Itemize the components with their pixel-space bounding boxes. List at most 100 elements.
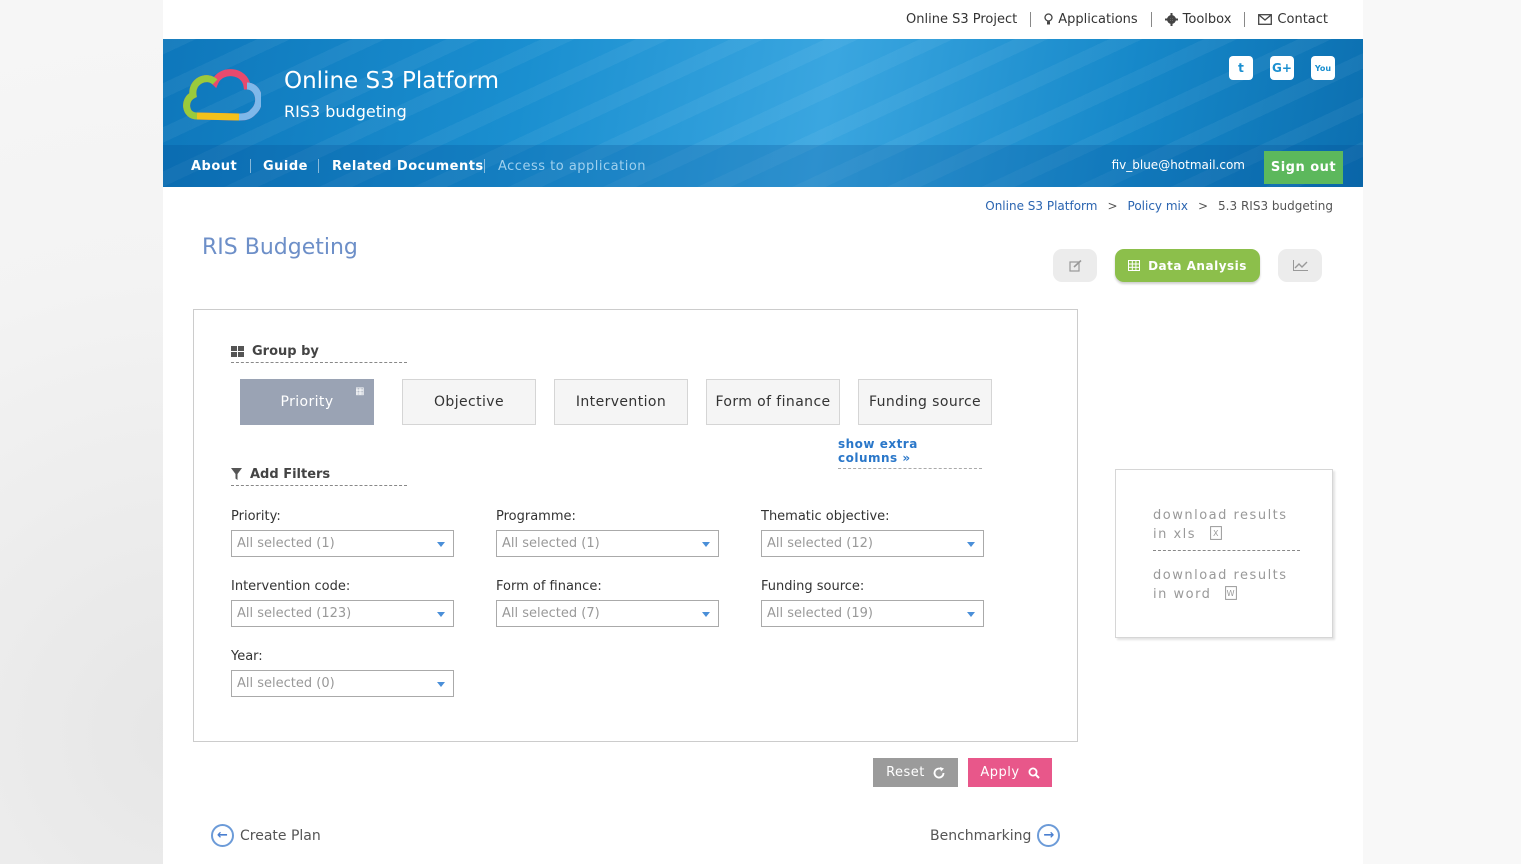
download-panel: download results in xls X download resul… bbox=[1115, 469, 1333, 638]
cloud-logo-icon[interactable] bbox=[183, 64, 261, 124]
filter-label-programme: Programme: bbox=[496, 509, 576, 524]
youtube-icon[interactable]: You bbox=[1311, 56, 1335, 80]
filter-select-programme[interactable]: All selected (1) bbox=[496, 530, 719, 557]
twitter-icon[interactable]: t bbox=[1229, 56, 1253, 80]
top-link-project[interactable]: Online S3 Project bbox=[893, 12, 1030, 27]
envelope-icon bbox=[1258, 14, 1273, 25]
previous-step-label: Create Plan bbox=[240, 827, 321, 844]
add-filters-heading: Add Filters bbox=[231, 463, 407, 486]
group-option-label: Intervention bbox=[575, 394, 667, 410]
google-plus-icon[interactable]: G+ bbox=[1270, 56, 1294, 80]
edit-button[interactable] bbox=[1053, 249, 1097, 282]
nav-divider bbox=[250, 159, 251, 173]
header-banner: Online S3 Platform RIS3 budgeting t G+ Y… bbox=[163, 39, 1363, 187]
group-option-objective[interactable]: Objective bbox=[402, 379, 536, 425]
chevron-down-icon bbox=[702, 542, 710, 547]
xls-file-icon: X bbox=[1209, 526, 1222, 540]
data-analysis-label: Data Analysis bbox=[1148, 258, 1247, 273]
svg-text:W: W bbox=[1227, 589, 1236, 598]
page-container: Online S3 Project Applications Toolbox C… bbox=[163, 0, 1363, 864]
breadcrumb-link[interactable]: Policy mix bbox=[1128, 199, 1188, 213]
top-link-label: Toolbox bbox=[1182, 12, 1232, 27]
user-email[interactable]: fiv_blue@hotmail.com bbox=[1112, 158, 1245, 172]
edit-icon bbox=[1068, 259, 1082, 272]
previous-step-link[interactable]: ← Create Plan bbox=[211, 824, 321, 847]
reset-button[interactable]: Reset bbox=[873, 758, 958, 787]
top-links: Online S3 Project Applications Toolbox C… bbox=[893, 12, 1341, 27]
group-option-priority[interactable]: Priority ▦ bbox=[240, 379, 374, 425]
filter-label-priority: Priority: bbox=[231, 509, 281, 524]
chart-button[interactable] bbox=[1278, 249, 1322, 282]
nav-item-access[interactable]: Access to application bbox=[498, 145, 646, 187]
filter-select-form-of-finance[interactable]: All selected (7) bbox=[496, 600, 719, 627]
search-icon bbox=[1028, 767, 1040, 779]
filter-panel: Group by Priority ▦ Objective Interventi… bbox=[193, 309, 1078, 742]
filter-select-year[interactable]: All selected (0) bbox=[231, 670, 454, 697]
filter-label-year: Year: bbox=[231, 649, 263, 664]
next-step-label: Benchmarking bbox=[930, 827, 1032, 844]
group-by-heading: Group by bbox=[231, 340, 407, 363]
sign-out-button[interactable]: Sign out bbox=[1264, 151, 1343, 184]
group-option-form-of-finance[interactable]: Form of finance bbox=[706, 379, 840, 425]
platform-subtitle: RIS3 budgeting bbox=[284, 102, 407, 121]
filter-icon bbox=[231, 468, 242, 480]
filter-label-thematic-objective: Thematic objective: bbox=[761, 509, 890, 524]
chevron-down-icon bbox=[437, 682, 445, 687]
page-title: RIS Budgeting bbox=[202, 235, 358, 260]
download-divider bbox=[1153, 550, 1300, 551]
filter-select-funding-source[interactable]: All selected (19) bbox=[761, 600, 984, 627]
gear-icon bbox=[1164, 13, 1178, 26]
chevron-down-icon bbox=[437, 612, 445, 617]
filter-select-thematic-objective[interactable]: All selected (12) bbox=[761, 530, 984, 557]
download-xls-text: in xls bbox=[1153, 527, 1197, 542]
nav-divider bbox=[484, 159, 485, 173]
breadcrumb-current: 5.3 RIS3 budgeting bbox=[1218, 199, 1333, 213]
top-link-label: Contact bbox=[1277, 12, 1328, 27]
group-option-label: Objective bbox=[434, 394, 504, 410]
add-filters-label: Add Filters bbox=[250, 466, 331, 482]
nav-item-about[interactable]: About bbox=[191, 145, 237, 187]
filter-label-funding-source: Funding source: bbox=[761, 579, 865, 594]
filter-select-value: All selected (1) bbox=[502, 536, 600, 551]
group-option-intervention[interactable]: Intervention bbox=[554, 379, 688, 425]
reset-label: Reset bbox=[886, 765, 925, 780]
top-link-toolbox[interactable]: Toolbox bbox=[1150, 12, 1245, 27]
breadcrumb-link[interactable]: Online S3 Platform bbox=[985, 199, 1097, 213]
filter-select-intervention-code[interactable]: All selected (123) bbox=[231, 600, 454, 627]
next-step-link[interactable]: Benchmarking → bbox=[930, 824, 1061, 847]
filter-select-value: All selected (123) bbox=[237, 606, 352, 621]
platform-title[interactable]: Online S3 Platform bbox=[284, 68, 499, 94]
filter-label-form-of-finance: Form of finance: bbox=[496, 579, 602, 594]
download-word-link[interactable]: download results in word W bbox=[1153, 566, 1303, 604]
main-nav: About Guide Related Documents Access to … bbox=[163, 145, 1363, 187]
filter-select-priority[interactable]: All selected (1) bbox=[231, 530, 454, 557]
table-icon bbox=[1128, 260, 1141, 271]
grid-icon bbox=[231, 345, 244, 357]
breadcrumb-separator: > bbox=[1107, 199, 1118, 213]
download-word-text: in word bbox=[1153, 587, 1212, 602]
top-link-contact[interactable]: Contact bbox=[1244, 12, 1341, 27]
line-chart-icon bbox=[1292, 260, 1308, 271]
chevron-down-icon bbox=[437, 542, 445, 547]
download-xls-link[interactable]: download results in xls X bbox=[1153, 506, 1303, 544]
filter-select-value: All selected (12) bbox=[767, 536, 873, 551]
arrow-right-icon: → bbox=[1037, 824, 1061, 847]
filter-select-value: All selected (19) bbox=[767, 606, 873, 621]
filter-select-value: All selected (1) bbox=[237, 536, 335, 551]
top-link-applications[interactable]: Applications bbox=[1030, 12, 1150, 27]
nav-item-related-documents[interactable]: Related Documents bbox=[332, 145, 484, 187]
group-option-funding-source[interactable]: Funding source bbox=[858, 379, 992, 425]
nav-divider bbox=[318, 159, 319, 173]
apply-button[interactable]: Apply bbox=[968, 758, 1052, 787]
group-option-label: Priority bbox=[280, 394, 334, 410]
data-analysis-button[interactable]: Data Analysis bbox=[1115, 249, 1260, 282]
breadcrumb: Online S3 Platform > Policy mix > 5.3 RI… bbox=[985, 199, 1333, 213]
nav-item-guide[interactable]: Guide bbox=[263, 145, 308, 187]
group-option-label: Funding source bbox=[868, 394, 982, 410]
breadcrumb-separator: > bbox=[1197, 199, 1209, 213]
svg-text:X: X bbox=[1213, 529, 1220, 538]
social-links: t G+ You bbox=[1229, 56, 1335, 80]
show-extra-columns-link[interactable]: show extra columns » bbox=[838, 437, 982, 469]
lightbulb-icon bbox=[1044, 13, 1053, 25]
chevron-down-icon bbox=[702, 612, 710, 617]
